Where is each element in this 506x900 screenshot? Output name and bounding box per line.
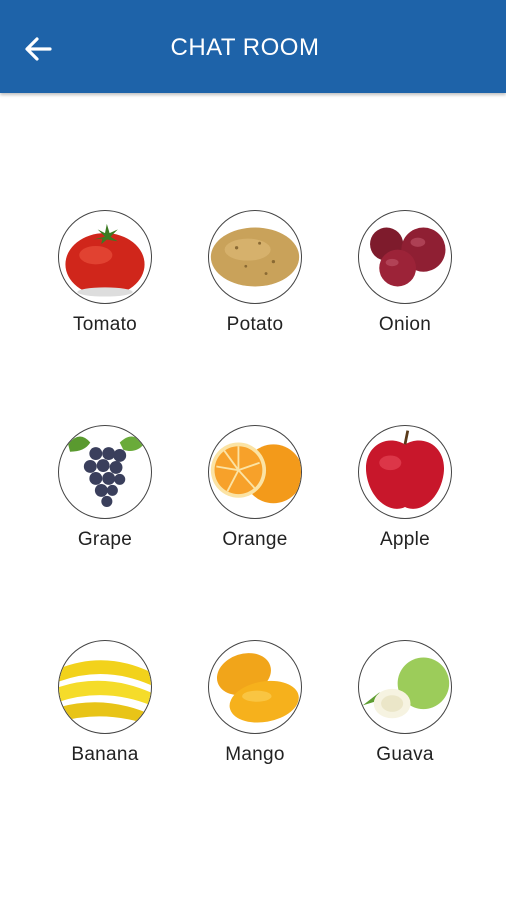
item-grid: Tomato Potato Onion Grape Orange Apple B… — [0, 0, 506, 900]
tile-mango[interactable]: Mango — [180, 640, 330, 790]
tile-onion[interactable]: Onion — [330, 210, 480, 360]
onion-image — [358, 210, 452, 304]
tomato-image — [58, 210, 152, 304]
tile-label: Mango — [225, 744, 285, 765]
tile-label: Orange — [222, 529, 288, 550]
tile-banana[interactable]: Banana — [30, 640, 180, 790]
tile-tomato[interactable]: Tomato — [30, 210, 180, 360]
tile-apple[interactable]: Apple — [330, 425, 480, 575]
guava-image — [358, 640, 452, 734]
tile-label: Grape — [77, 529, 133, 550]
grape-image — [58, 425, 152, 519]
tile-label: Potato — [226, 314, 284, 335]
tile-label: Tomato — [72, 314, 138, 335]
tile-label: Apple — [379, 529, 431, 550]
tile-orange[interactable]: Orange — [180, 425, 330, 575]
tile-label: Guava — [376, 744, 434, 765]
mango-image — [208, 640, 302, 734]
tile-label: Onion — [378, 314, 432, 335]
tile-grape[interactable]: Grape — [30, 425, 180, 575]
tile-potato[interactable]: Potato — [180, 210, 330, 360]
potato-image — [208, 210, 302, 304]
banana-image — [58, 640, 152, 734]
tile-label: Banana — [71, 744, 139, 765]
apple-image — [358, 425, 452, 519]
tile-guava[interactable]: Guava — [330, 640, 480, 790]
orange-image — [208, 425, 302, 519]
